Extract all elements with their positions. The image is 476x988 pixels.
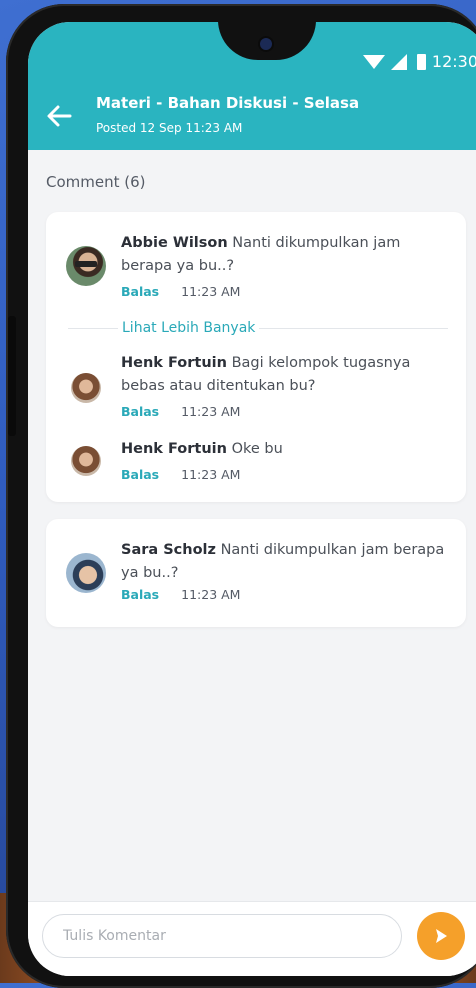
comment-author[interactable]: Henk Fortuin [121,355,227,371]
app-header: Materi - Bahan Diskusi - Selasa Posted 1… [28,80,476,150]
comment-body: Bagi kelompok tugasnya [231,355,411,371]
divider-line [68,327,118,329]
comment-thread: Sara Scholz Nanti dikumpulkan jam berapa… [46,519,466,627]
page-title: Materi - Bahan Diskusi - Selasa [96,94,360,112]
signal-icon [390,53,407,70]
battery-icon [416,53,426,70]
reply-button[interactable]: Balas [121,467,159,482]
comment-meta: Balas 11:23 AM [121,467,240,482]
comment-composer [28,901,476,976]
comment-body: Nanti dikumpulkan jam [232,235,401,251]
comment-body-cont: bebas atau ditentukan bu? [121,378,316,394]
wifi-icon [362,54,385,69]
comment-text: Abbie Wilson Nanti dikumpulkan jam berap… [121,232,441,278]
comment-thread: Abbie Wilson Nanti dikumpulkan jam berap… [46,212,466,502]
comment-body: Nanti dikumpulkan jam berapa [220,542,445,558]
status-bar: 12:30 [28,22,476,80]
view-more-link[interactable]: Lihat Lebih Banyak [118,320,259,336]
avatar[interactable] [66,246,106,286]
comment-author[interactable]: Sara Scholz [121,542,216,558]
comment-text: Henk Fortuin Bagi kelompok tugasnya beba… [121,352,441,398]
comment-meta: Balas 11:23 AM [121,284,240,299]
comment-author[interactable]: Henk Fortuin [121,441,227,457]
back-arrow-icon[interactable] [46,104,72,128]
camera-notch [218,22,316,60]
comment-time: 11:23 AM [181,284,241,299]
status-time: 12:30 [431,52,476,71]
view-more-divider: Lihat Lebih Banyak [68,318,448,338]
comment-count: Comment (6) [46,173,146,191]
comment-time: 11:23 AM [181,587,241,602]
comment-text: Sara Scholz Nanti dikumpulkan jam berapa… [121,539,451,585]
app-screen: 12:30 Materi - Bahan Diskusi - Selasa Po… [28,22,476,976]
reply-button[interactable]: Balas [121,284,159,299]
reply-button[interactable]: Balas [121,587,159,602]
phone-side-button [8,316,16,436]
comment-text: Henk Fortuin Oke bu [121,438,441,461]
avatar[interactable] [71,373,101,403]
divider-line [259,327,448,329]
post-timestamp: Posted 12 Sep 11:23 AM [96,121,243,135]
status-icons: 12:30 [362,52,476,71]
comment-time: 11:23 AM [181,404,241,419]
comment-body-cont: berapa ya bu..? [121,258,235,274]
send-arrow-icon [436,929,447,943]
front-camera [260,38,272,50]
comment-time: 11:23 AM [181,467,241,482]
comment-meta: Balas 11:23 AM [121,404,240,419]
comment-author[interactable]: Abbie Wilson [121,235,228,251]
comment-body-cont: ya bu..? [121,565,179,581]
reply-button[interactable]: Balas [121,404,159,419]
comment-meta: Balas 11:23 AM [121,587,240,602]
avatar[interactable] [66,553,106,593]
avatar[interactable] [71,446,101,476]
phone-frame: 12:30 Materi - Bahan Diskusi - Selasa Po… [6,4,476,988]
comment-input[interactable] [42,914,402,958]
comment-body: Oke bu [231,441,283,457]
send-button[interactable] [417,912,465,960]
